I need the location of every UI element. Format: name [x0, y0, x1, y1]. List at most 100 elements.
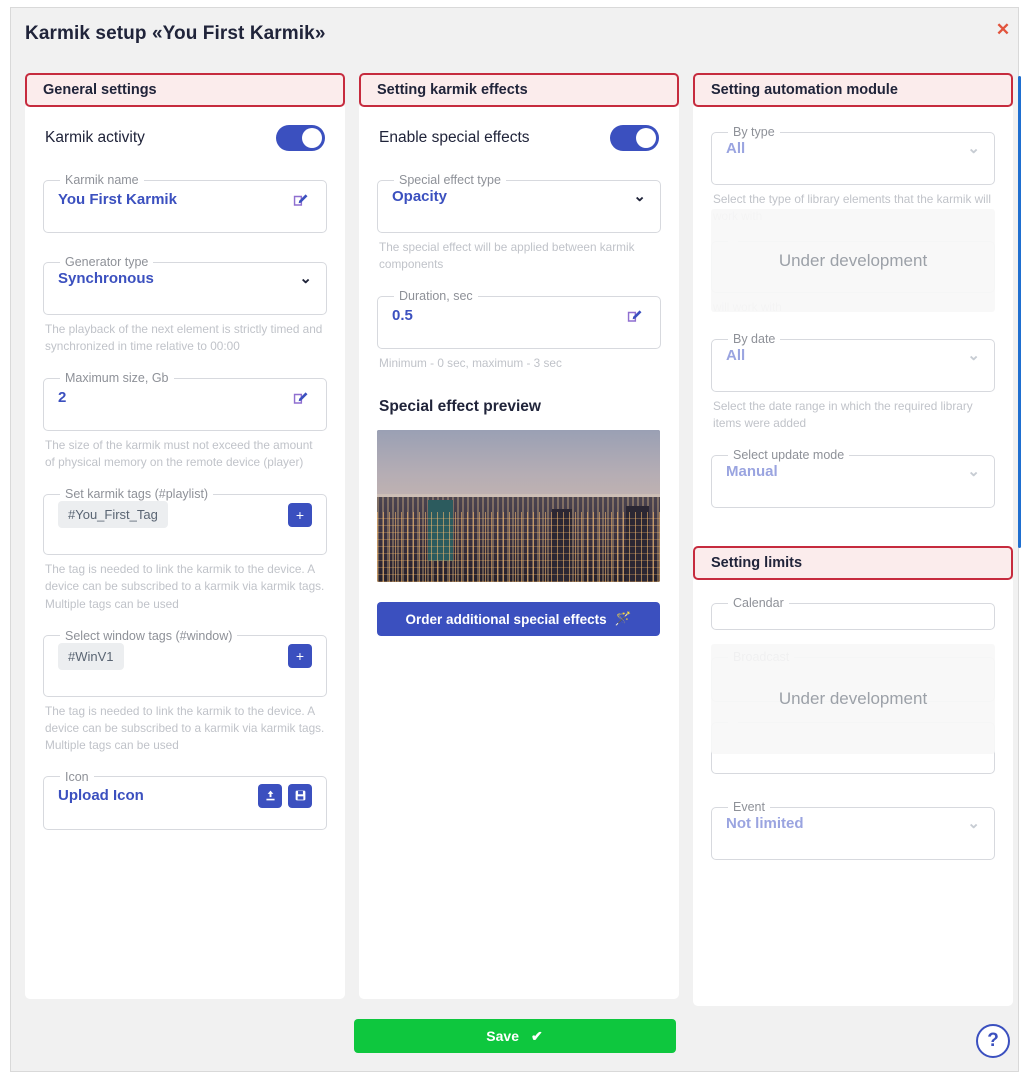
setting-limits-header: Setting limits — [693, 546, 1013, 581]
dialog-title: Karmik setup «You First Karmik» — [25, 23, 326, 44]
preview-title: Special effect preview — [379, 398, 541, 416]
chevron-down-icon[interactable]: ⌄ — [967, 346, 980, 364]
update-mode-value: Manual — [726, 462, 778, 480]
karmik-effects-title: Setting karmik effects — [377, 82, 528, 98]
order-special-effects-button[interactable]: Order additional special effects 🪄 — [377, 602, 660, 637]
karmik-name-value: You First Karmik — [58, 190, 177, 208]
edit-icon[interactable] — [288, 385, 312, 409]
edit-icon[interactable] — [288, 187, 312, 211]
automation-module-panel: Setting automation module By type All ⌄ … — [693, 73, 1021, 563]
calendar-field[interactable]: Calendar — [711, 596, 995, 631]
chevron-down-icon[interactable]: ⌄ — [633, 187, 646, 205]
tag-chip[interactable]: #You_First_Tag — [58, 501, 168, 529]
karmik-tags-field[interactable]: Set karmik tags (#playlist) #You_First_T… — [43, 487, 327, 556]
effect-type-hint: The special effect will be applied betwe… — [379, 240, 635, 272]
karmik-activity-label: Karmik activity — [45, 129, 145, 146]
by-date-value: All — [726, 346, 746, 364]
dialog-header: Karmik setup «You First Karmik» ✕ — [11, 8, 1018, 60]
general-settings-title: General settings — [43, 82, 157, 98]
tag-chip[interactable]: #WinV1 — [58, 642, 124, 670]
toggle-knob — [636, 128, 656, 148]
karmik-activity-toggle[interactable] — [276, 125, 325, 151]
general-settings-body: Karmik activity Karmik name You First Ka… — [25, 103, 345, 999]
karmik-name-field[interactable]: Karmik name You First Karmik — [43, 173, 327, 233]
update-mode-legend: Select update mode — [733, 448, 845, 463]
setting-limits-title: Setting limits — [711, 555, 803, 572]
automation-scrollbar[interactable] — [1018, 76, 1021, 548]
by-type-legend: By type — [733, 125, 775, 139]
general-settings-header: General settings — [25, 73, 345, 107]
chevron-down-icon[interactable]: ⌄ — [299, 269, 312, 287]
setting-limits-body: Calendar Broadcast Event Not limited — [693, 576, 1013, 1007]
karmik-tags-legend: Set karmik tags (#playlist) — [65, 487, 209, 502]
duration-value: 0.5 — [392, 306, 413, 324]
enable-effects-toggle[interactable] — [610, 125, 659, 151]
upload-icon-label[interactable]: Upload Icon — [58, 787, 258, 804]
icon-legend: Icon — [65, 769, 89, 784]
enable-effects-row: Enable special effects — [377, 125, 661, 151]
karmik-activity-row: Karmik activity — [43, 125, 327, 151]
chevron-down-icon[interactable]: ⌄ — [967, 139, 980, 157]
maximum-size-value: 2 — [58, 388, 67, 406]
calendar-legend: Calendar — [733, 596, 784, 611]
by-date-field[interactable]: By date All ⌄ — [711, 332, 995, 393]
preview-city-lights — [377, 512, 660, 583]
icon-field[interactable]: Icon Upload Icon — [43, 769, 327, 830]
window-tags-field[interactable]: Select window tags (#window) #WinV1 + — [43, 628, 327, 697]
upload-icon[interactable] — [258, 783, 282, 808]
dialog-footer: Save ✔ ? — [11, 1001, 1018, 1071]
save-button-label: Save — [486, 1028, 519, 1044]
update-mode-field[interactable]: Select update mode Manual ⌄ — [711, 448, 995, 509]
karmik-name-legend: Karmik name — [65, 173, 139, 187]
automation-module-title: Setting automation module — [711, 82, 898, 98]
generator-type-field[interactable]: Generator type Synchronous ⌄ — [43, 255, 327, 315]
effect-type-value: Opacity — [392, 187, 448, 205]
check-icon: ✔ — [530, 1027, 543, 1044]
karmik-setup-dialog: Karmik setup «You First Karmik» ✕ Genera… — [10, 7, 1021, 1072]
setting-limits-panel: Setting limits Calendar Broadcast — [693, 546, 1013, 1007]
window-tags-hint: The tag is needed to link the karmik to … — [45, 703, 325, 752]
karmik-tags-hint: The tag is needed to link the karmik to … — [45, 562, 325, 611]
magic-wand-icon: 🪄 — [614, 611, 632, 627]
automation-module-header: Setting automation module — [693, 73, 1013, 107]
settings-columns: General settings Karmik activity Karmik … — [11, 60, 1021, 1007]
karmik-effects-column: Setting karmik effects Enable special ef… — [359, 73, 679, 1001]
chevron-down-icon[interactable]: ⌄ — [967, 462, 980, 480]
close-icon[interactable]: ✕ — [988, 15, 1018, 45]
effect-type-field[interactable]: Special effect type Opacity ⌄ — [377, 173, 661, 233]
chevron-down-icon[interactable]: ⌄ — [967, 814, 980, 832]
karmik-effects-header: Setting karmik effects — [359, 73, 679, 107]
maximum-size-legend: Maximum size, Gb — [65, 371, 169, 386]
by-type-field[interactable]: By type All ⌄ — [711, 125, 995, 185]
order-button-label: Order additional special effects — [405, 611, 607, 627]
add-karmik-tag-button[interactable]: + — [288, 502, 312, 527]
generator-type-legend: Generator type — [65, 255, 149, 269]
effect-type-legend: Special effect type — [399, 173, 501, 187]
automation-module-body: By type All ⌄ Select the type of library… — [693, 103, 1013, 563]
edit-icon[interactable] — [622, 303, 646, 327]
under-development-label: Under development — [778, 689, 928, 709]
by-date-hint: Select the date range in which the requi… — [713, 399, 973, 431]
event-legend: Event — [733, 800, 765, 815]
maximum-size-field[interactable]: Maximum size, Gb 2 — [43, 371, 327, 432]
toggle-knob — [302, 128, 322, 148]
duration-field[interactable]: Duration, sec 0.5 — [377, 289, 661, 350]
preview-sky — [377, 430, 660, 504]
event-field[interactable]: Event Not limited ⌄ — [711, 800, 995, 861]
automation-and-limits-column: Setting automation module By type All ⌄ … — [693, 73, 1021, 1007]
generator-type-value: Synchronous — [58, 269, 154, 287]
by-type-value: All — [726, 139, 746, 157]
by-date-legend: By date — [733, 332, 776, 347]
save-button[interactable]: Save ✔ — [353, 1019, 676, 1053]
special-effect-preview-image — [377, 430, 660, 583]
event-value: Not limited — [726, 814, 804, 832]
under-development-label: Under development — [778, 250, 928, 270]
generator-type-hint: The playback of the next element is stri… — [45, 322, 323, 354]
enable-effects-label: Enable special effects — [379, 129, 530, 146]
save-disk-icon[interactable] — [288, 783, 312, 808]
duration-hint: Minimum - 0 sec, maximum - 3 sec — [379, 356, 562, 371]
limits-under-development-overlay: Under development — [711, 644, 995, 755]
add-window-tag-button[interactable]: + — [288, 644, 312, 669]
help-button[interactable]: ? — [976, 1024, 1010, 1058]
karmik-effects-body: Enable special effects Special effect ty… — [359, 103, 679, 999]
